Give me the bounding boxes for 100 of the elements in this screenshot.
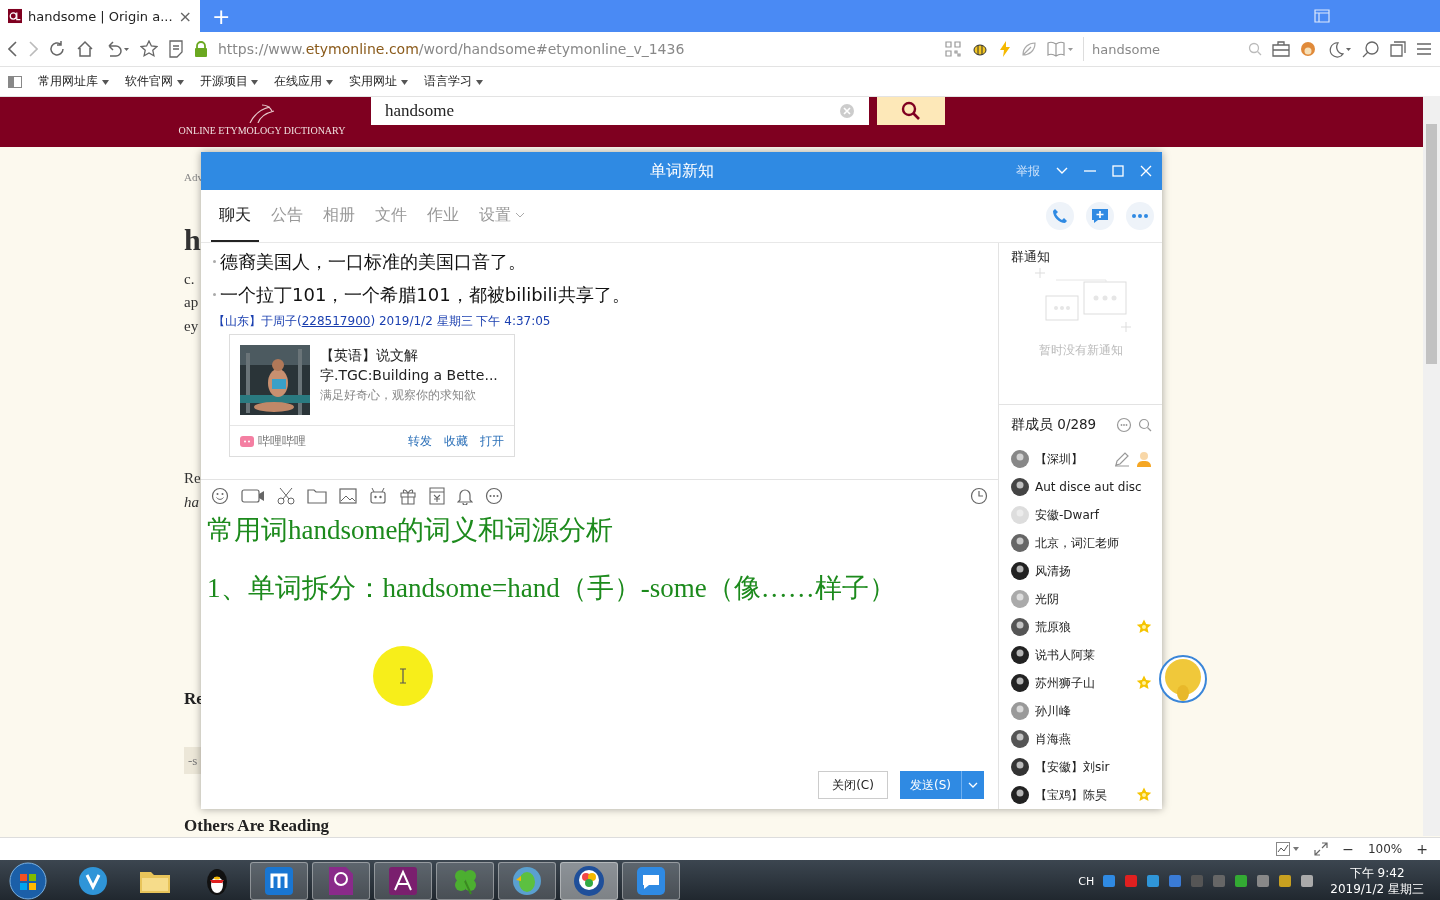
tray-icon[interactable] <box>1124 874 1139 888</box>
more-icon[interactable] <box>485 487 503 505</box>
book-icon[interactable] <box>1047 41 1073 57</box>
close-icon[interactable] <box>1140 165 1152 177</box>
address-field[interactable]: https://www.etymonline.com/word/handsome#etymonline_v_1436 <box>218 41 685 57</box>
back-icon[interactable] <box>8 41 18 57</box>
add-chat-button[interactable] <box>1086 202 1114 230</box>
avatar-icon[interactable] <box>1011 730 1029 748</box>
send-button[interactable]: 发送(S) <box>900 771 984 799</box>
clock-date[interactable]: 2019/1/2 星期三 <box>1330 881 1424 897</box>
tag-label[interactable]: -s <box>184 747 202 774</box>
history-clock-icon[interactable] <box>970 487 988 505</box>
start-orb-icon[interactable] <box>9 862 47 900</box>
tray-icon[interactable] <box>1102 874 1117 888</box>
tray-icon[interactable] <box>1146 874 1161 888</box>
avatar-icon[interactable] <box>1011 618 1029 636</box>
taskbar-button[interactable] <box>250 862 308 900</box>
card-title[interactable]: 【英语】说文解字.TGC:Building a Bette... <box>320 345 506 385</box>
maximize-icon[interactable] <box>1112 165 1124 177</box>
member-name[interactable]: Aut disce aut disc <box>1035 480 1152 494</box>
avatar-icon[interactable] <box>1011 674 1029 692</box>
zoom-in-button[interactable]: + <box>1416 841 1428 857</box>
bookmark-folder[interactable]: 软件官网 <box>124 73 184 90</box>
image-icon[interactable] <box>339 488 357 504</box>
folder-icon[interactable] <box>307 488 327 504</box>
menu-icon[interactable] <box>1416 42 1432 56</box>
caret-icon[interactable] <box>326 80 334 85</box>
zoom-out-button[interactable]: − <box>1342 841 1354 857</box>
more-icon[interactable] <box>1132 214 1148 218</box>
member-name[interactable]: 肖海燕 <box>1035 730 1152 748</box>
browser-tab[interactable]: handsome | Origin a... × <box>0 0 200 32</box>
pencil-icon[interactable] <box>1114 451 1130 467</box>
caret-icon[interactable] <box>251 80 259 85</box>
chart-icon[interactable] <box>1276 842 1301 856</box>
member-name[interactable]: 【深圳】 <box>1035 450 1108 468</box>
scissors-icon[interactable] <box>277 487 295 505</box>
reload-icon[interactable] <box>48 40 66 58</box>
tray-icon[interactable] <box>1278 874 1293 888</box>
caret-icon[interactable] <box>475 80 483 85</box>
avatar-icon[interactable] <box>1011 758 1029 776</box>
gift-icon[interactable] <box>399 487 417 505</box>
qq-number-link[interactable]: 228517900 <box>301 314 371 328</box>
floating-ball-icon[interactable] <box>1159 655 1207 703</box>
receipt-icon[interactable] <box>429 487 445 505</box>
search-icon[interactable] <box>1362 40 1380 58</box>
copy-icon[interactable] <box>1390 41 1406 57</box>
close-button[interactable]: 关闭(C) <box>818 771 888 799</box>
bell-icon[interactable] <box>457 487 473 505</box>
tray-icon[interactable] <box>1168 874 1183 888</box>
clock-time[interactable]: 下午 9:42 <box>1349 865 1405 881</box>
taskbar-button[interactable] <box>560 862 618 900</box>
card-action-link[interactable]: 收藏 <box>436 432 468 450</box>
taskbar-button[interactable] <box>312 862 370 900</box>
member-name[interactable]: 说书人阿莱 <box>1035 646 1152 664</box>
member-name[interactable]: 北京，词汇老师 <box>1035 534 1152 552</box>
search-field[interactable]: handsome <box>371 97 869 125</box>
card-action-link[interactable]: 打开 <box>472 432 504 450</box>
member-name[interactable]: 光阴 <box>1035 590 1152 608</box>
tray-icon[interactable] <box>1300 874 1315 888</box>
bookmark-folder[interactable]: 常用网址库 <box>38 73 109 90</box>
call-button[interactable] <box>1046 202 1074 230</box>
draft-text[interactable]: 常用词handsome的词义和词源分析 <box>207 512 992 548</box>
expand-icon[interactable] <box>1314 842 1329 856</box>
bookmark-folder[interactable]: 实用网址 <box>349 73 409 90</box>
star-icon[interactable] <box>140 40 158 58</box>
tray-icon[interactable] <box>1256 874 1271 888</box>
search-field[interactable]: handsome <box>1083 37 1262 61</box>
avatar-icon[interactable] <box>1011 478 1029 496</box>
taskbar-button[interactable] <box>374 862 432 900</box>
more-button[interactable] <box>1126 202 1154 230</box>
caret-icon[interactable] <box>101 80 109 85</box>
home-icon[interactable] <box>76 40 94 58</box>
member-name[interactable]: 风清扬 <box>1035 562 1152 580</box>
bookmark-folder[interactable]: 语言学习 <box>424 73 483 90</box>
member-name[interactable]: 【安徽】刘sir <box>1035 758 1152 776</box>
site-logo[interactable]: ONLINE ETYMOLOGY DICTIONARY <box>170 101 354 136</box>
search-icon[interactable] <box>901 101 921 121</box>
phone-icon[interactable] <box>1052 208 1068 224</box>
member-name[interactable]: 安徽-Dwarf <box>1035 506 1152 524</box>
chat-plus-icon[interactable] <box>1091 208 1109 224</box>
member-name[interactable]: 【宝鸡】陈昊 <box>1035 786 1130 804</box>
avatar-icon[interactable] <box>1011 562 1029 580</box>
robot-icon[interactable] <box>369 487 387 505</box>
input-language[interactable]: CH <box>1078 874 1095 888</box>
member-name[interactable]: 荒原狼 <box>1035 618 1130 636</box>
member-name[interactable]: 苏州狮子山 <box>1035 674 1130 692</box>
sidebar-toggle-icon[interactable] <box>8 75 22 88</box>
tab[interactable]: 聊天 <box>211 190 259 242</box>
scrollbar[interactable] <box>1423 96 1440 836</box>
bookmark-folder[interactable]: 在线应用 <box>274 73 334 90</box>
taskbar-button[interactable] <box>622 862 680 900</box>
caret-icon[interactable] <box>176 80 184 85</box>
emoji-icon[interactable] <box>211 487 229 505</box>
tray-icon[interactable] <box>1234 874 1249 888</box>
avatar-icon[interactable] <box>1011 786 1029 804</box>
bookmark-folder[interactable]: 开源项目 <box>199 73 259 90</box>
notes-icon[interactable] <box>168 40 184 58</box>
member-name[interactable]: 孙川峰 <box>1035 702 1152 720</box>
caret-icon[interactable] <box>401 80 409 85</box>
card-action-link[interactable]: 转发 <box>400 432 432 450</box>
